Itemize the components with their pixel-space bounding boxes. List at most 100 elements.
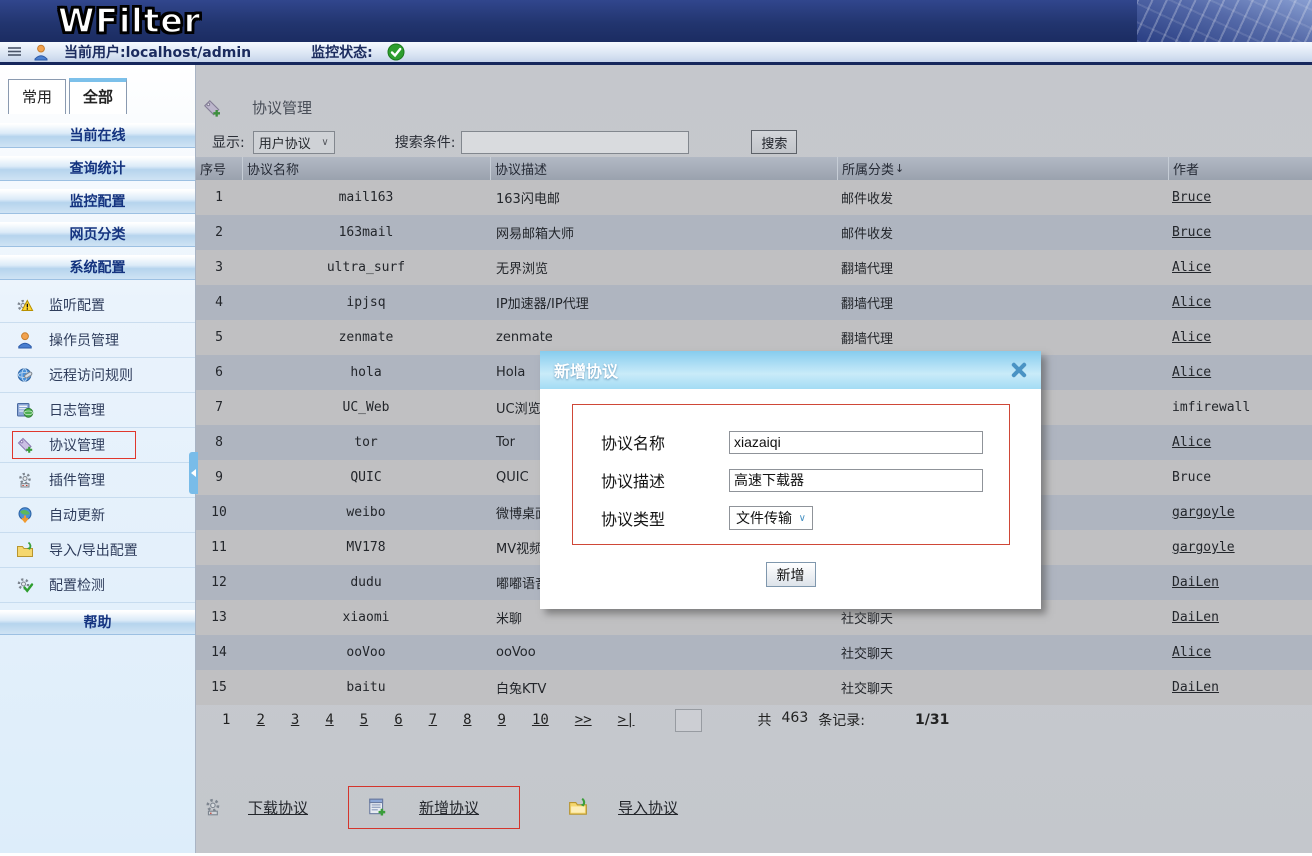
sidebar-tabs: 常用 全部 xyxy=(0,65,195,114)
close-icon[interactable] xyxy=(1011,362,1027,378)
show-label: 显示: xyxy=(212,132,245,152)
page-link[interactable]: 4 xyxy=(325,712,333,728)
protocol-name-input[interactable] xyxy=(729,431,983,454)
search-button[interactable]: 搜索 xyxy=(751,130,797,154)
page-link[interactable]: 2 xyxy=(256,712,264,728)
protocol-tag-icon xyxy=(16,436,34,454)
sidebar-item-label: 远程访问规则 xyxy=(49,365,133,385)
page-link[interactable]: 3 xyxy=(291,712,299,728)
page-jump-input[interactable] xyxy=(675,709,702,732)
search-condition-label: 搜索条件: xyxy=(395,132,456,152)
author-link[interactable]: Alice xyxy=(1168,295,1312,310)
operator-icon xyxy=(16,331,34,349)
author-link[interactable]: Alice xyxy=(1168,330,1312,345)
sidebar-help-button[interactable]: 帮助 xyxy=(0,610,195,635)
col-header-name[interactable]: 协议名称 xyxy=(242,157,490,180)
sidebar-group-query-stats[interactable]: 查询统计 xyxy=(0,156,195,181)
main-content: 协议管理 显示: 用户协议 ∨ 搜索条件: 搜索 序号 协议名称 协议描述 所属… xyxy=(196,65,1312,853)
bottom-actions: 下载协议 新增协议 导入协议 xyxy=(196,783,678,831)
sidebar-item-config-check[interactable]: 配置检测 xyxy=(0,568,195,603)
author-text: imfirewall xyxy=(1168,400,1312,415)
table-row[interactable]: 14ooVooooVoo社交聊天Alice xyxy=(196,635,1312,670)
page-link[interactable]: 9 xyxy=(498,712,506,728)
add-protocol-highlight-box: 新增协议 xyxy=(348,786,520,829)
col-header-author[interactable]: 作者 xyxy=(1168,157,1312,180)
modal-submit-button[interactable]: 新增 xyxy=(766,562,816,587)
col-header-category[interactable]: 所属分类↓ xyxy=(837,157,1168,180)
import-export-folder-icon xyxy=(16,541,34,559)
search-input[interactable] xyxy=(461,131,689,154)
page-last-icon[interactable]: >| xyxy=(618,712,635,728)
protocol-desc-input[interactable] xyxy=(729,469,983,492)
page-link[interactable]: 8 xyxy=(463,712,471,728)
sidebar-item-auto-update[interactable]: 自动更新 xyxy=(0,498,195,533)
author-text: Bruce xyxy=(1168,470,1312,485)
col-header-desc[interactable]: 协议描述 xyxy=(490,157,837,180)
author-link[interactable]: gargoyle xyxy=(1168,505,1312,520)
author-link[interactable]: DaiLen xyxy=(1168,610,1312,625)
author-link[interactable]: Bruce xyxy=(1168,190,1312,205)
col-header-num[interactable]: 序号 xyxy=(196,157,242,180)
record-total: 共 463 条记录: xyxy=(758,710,865,730)
tab-common[interactable]: 常用 xyxy=(8,79,66,114)
import-protocol-link[interactable]: 导入协议 xyxy=(618,797,678,818)
sidebar-item-listen-config[interactable]: 监听配置 xyxy=(0,288,195,323)
author-link[interactable]: gargoyle xyxy=(1168,540,1312,555)
app-header: WFilter xyxy=(0,0,1312,42)
sidebar-item-plugin-mgmt[interactable]: 插件管理 xyxy=(0,463,195,498)
page-indicator: 1/31 xyxy=(915,712,949,728)
author-link[interactable]: Alice xyxy=(1168,645,1312,660)
plugin-gear-icon xyxy=(16,471,34,489)
table-row[interactable]: 4ipjsqIP加速器/IP代理翻墙代理Alice xyxy=(196,285,1312,320)
table-row[interactable]: 2163mail网易邮箱大师邮件收发Bruce xyxy=(196,215,1312,250)
user-avatar-icon xyxy=(32,43,50,61)
protocol-type-filter-select[interactable]: 用户协议 ∨ xyxy=(253,131,335,154)
author-link[interactable]: DaiLen xyxy=(1168,575,1312,590)
author-link[interactable]: Alice xyxy=(1168,435,1312,450)
author-link[interactable]: Bruce xyxy=(1168,225,1312,240)
protocol-type-select[interactable]: 文件传输 ∨ xyxy=(729,506,813,530)
config-check-icon xyxy=(16,576,34,594)
hamburger-icon[interactable] xyxy=(6,43,24,61)
sidebar-item-label: 配置检测 xyxy=(49,575,105,595)
sidebar-item-protocol-mgmt[interactable]: 协议管理 xyxy=(0,428,195,463)
add-protocol-link[interactable]: 新增协议 xyxy=(419,797,479,818)
table-row[interactable]: 15baitu白兔KTV社交聊天DaiLen xyxy=(196,670,1312,705)
chevron-left-icon xyxy=(191,469,196,477)
sidebar-item-label: 导入/导出配置 xyxy=(49,540,138,560)
page-next-icon[interactable]: >> xyxy=(575,712,592,728)
sidebar-item-label: 协议管理 xyxy=(49,435,105,455)
sidebar-item-log-mgmt[interactable]: 日志管理 xyxy=(0,393,195,428)
page-link[interactable]: 5 xyxy=(360,712,368,728)
sort-desc-icon: ↓ xyxy=(895,162,904,175)
current-user-label: 当前用户:localhost/admin xyxy=(64,42,251,62)
author-link[interactable]: Alice xyxy=(1168,260,1312,275)
sidebar-item-label: 自动更新 xyxy=(49,505,105,525)
sidebar-group-web-category[interactable]: 网页分类 xyxy=(0,222,195,247)
sidebar-collapse-handle[interactable] xyxy=(189,452,198,494)
download-protocol-link[interactable]: 下载协议 xyxy=(248,797,308,818)
chevron-down-icon: ∨ xyxy=(799,513,806,524)
author-link[interactable]: Alice xyxy=(1168,365,1312,380)
page-title: 协议管理 xyxy=(252,97,312,118)
table-row[interactable]: 3ultra_surf无界浏览翻墙代理Alice xyxy=(196,250,1312,285)
page-link[interactable]: 10 xyxy=(532,712,549,728)
table-row[interactable]: 1mail163163闪电邮邮件收发Bruce xyxy=(196,180,1312,215)
chevron-down-icon: ∨ xyxy=(321,137,328,148)
sidebar-group-monitor-config[interactable]: 监控配置 xyxy=(0,189,195,214)
page-link[interactable]: 6 xyxy=(394,712,402,728)
protocol-desc-label: 协议描述 xyxy=(601,468,729,492)
download-gear-icon xyxy=(204,797,224,817)
author-link[interactable]: DaiLen xyxy=(1168,680,1312,695)
sidebar-group-system-config[interactable]: 系统配置 xyxy=(0,255,195,280)
sidebar-item-remote-access-rules[interactable]: 远程访问规则 xyxy=(0,358,195,393)
page-link[interactable]: 7 xyxy=(429,712,437,728)
sidebar-item-operator-mgmt[interactable]: 操作员管理 xyxy=(0,323,195,358)
tab-all[interactable]: 全部 xyxy=(69,78,127,114)
user-bar: 当前用户:localhost/admin 监控状态: xyxy=(0,42,1312,65)
sidebar-item-import-export-config[interactable]: 导入/导出配置 xyxy=(0,533,195,568)
protocol-tag-icon xyxy=(202,98,222,118)
sidebar-group-online[interactable]: 当前在线 xyxy=(0,123,195,148)
table-row[interactable]: 5zenmatezenmate翻墙代理Alice xyxy=(196,320,1312,355)
modal-body: 协议名称 协议描述 协议类型 文件传输 ∨ 新增 xyxy=(540,389,1041,609)
